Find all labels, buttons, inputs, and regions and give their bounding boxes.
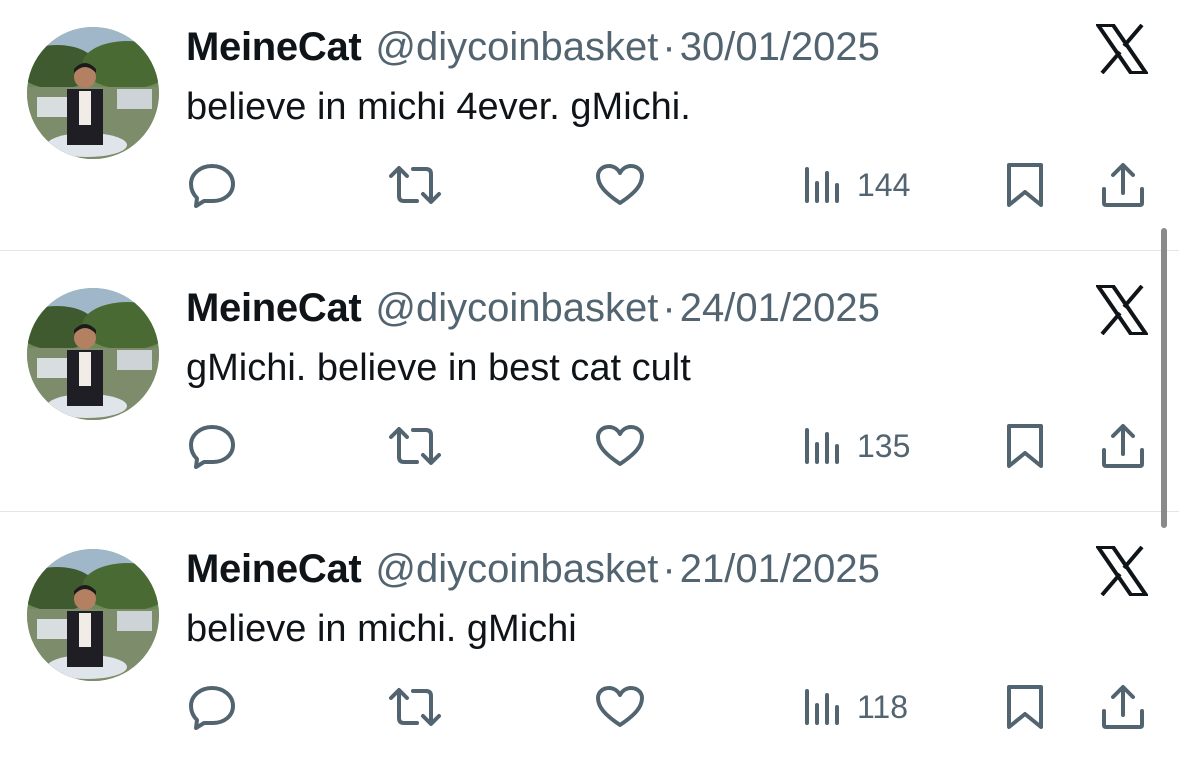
views-icon bbox=[805, 167, 839, 203]
heart-icon bbox=[596, 686, 644, 727]
heart-icon bbox=[596, 425, 644, 466]
author-handle[interactable]: @diycoinbasket bbox=[375, 25, 658, 69]
x-logo-icon bbox=[1094, 284, 1150, 336]
views-button[interactable]: 135 bbox=[803, 421, 910, 471]
divider bbox=[0, 511, 1179, 512]
like-button[interactable] bbox=[595, 160, 645, 210]
views-count: 118 bbox=[857, 689, 909, 725]
share-button[interactable] bbox=[1100, 682, 1146, 732]
retweet-button[interactable] bbox=[387, 682, 443, 732]
reply-icon bbox=[189, 425, 235, 469]
tweet-actions: 118 bbox=[0, 682, 1179, 732]
retweet-button[interactable] bbox=[387, 421, 443, 471]
tweet[interactable]: MeineCat @diycoinbasket · 21/01/2025 believ… bbox=[0, 522, 1179, 774]
reply-icon bbox=[189, 686, 235, 730]
bookmark-button[interactable] bbox=[1003, 682, 1047, 732]
share-icon bbox=[1102, 424, 1144, 468]
retweet-button[interactable] bbox=[387, 160, 443, 210]
author-name[interactable]: MeineCat bbox=[186, 286, 362, 330]
retweet-icon bbox=[389, 166, 441, 204]
bookmark-icon bbox=[1007, 163, 1043, 207]
reply-icon bbox=[189, 164, 235, 208]
author-name[interactable]: MeineCat bbox=[186, 25, 362, 69]
views-button[interactable]: 118 bbox=[803, 682, 908, 732]
views-count: 135 bbox=[857, 428, 911, 464]
tweet-date[interactable]: 24/01/2025 bbox=[680, 286, 880, 330]
tweet-date[interactable]: 21/01/2025 bbox=[680, 547, 880, 591]
views-count: 144 bbox=[857, 167, 911, 203]
divider bbox=[0, 250, 1179, 251]
views-button[interactable]: 144 bbox=[803, 160, 910, 210]
tweet[interactable]: MeineCat @diycoinbasket · 30/01/2025 believ… bbox=[0, 0, 1179, 252]
separator: · bbox=[662, 25, 676, 69]
views-icon bbox=[805, 689, 839, 725]
tweet-date[interactable]: 30/01/2025 bbox=[680, 25, 880, 69]
like-button[interactable] bbox=[595, 682, 645, 732]
author-handle[interactable]: @diycoinbasket bbox=[375, 547, 658, 591]
reply-button[interactable] bbox=[188, 421, 236, 471]
share-button[interactable] bbox=[1100, 421, 1146, 471]
reply-button[interactable] bbox=[188, 160, 236, 210]
tweet-text: believe in michi. gMichi bbox=[186, 608, 577, 650]
tweet-actions: 144 bbox=[0, 160, 1179, 210]
heart-icon bbox=[596, 164, 644, 205]
tweet-text: gMichi. believe in best cat cult bbox=[186, 347, 691, 389]
avatar[interactable] bbox=[27, 549, 159, 681]
like-button[interactable] bbox=[595, 421, 645, 471]
reply-button[interactable] bbox=[188, 682, 236, 732]
x-logo-icon bbox=[1094, 23, 1150, 75]
views-icon bbox=[805, 428, 839, 464]
tweet-header: MeineCat @diycoinbasket · 30/01/2025 bbox=[186, 22, 880, 72]
author-handle[interactable]: @diycoinbasket bbox=[375, 286, 658, 330]
tweet-header: MeineCat @diycoinbasket · 21/01/2025 bbox=[186, 544, 880, 594]
tweet-text: believe in michi 4ever. gMichi. bbox=[186, 86, 691, 128]
tweet-actions: 135 bbox=[0, 421, 1179, 471]
avatar[interactable] bbox=[27, 288, 159, 420]
bookmark-icon bbox=[1007, 424, 1043, 468]
bookmark-button[interactable] bbox=[1003, 421, 1047, 471]
scrollbar[interactable] bbox=[1161, 228, 1167, 528]
tweet[interactable]: MeineCat @diycoinbasket · 24/01/2025 gMichi… bbox=[0, 261, 1179, 513]
share-icon bbox=[1102, 685, 1144, 729]
tweet-header: MeineCat @diycoinbasket · 24/01/2025 bbox=[186, 283, 880, 333]
share-button[interactable] bbox=[1100, 160, 1146, 210]
retweet-icon bbox=[389, 688, 441, 726]
x-logo-icon bbox=[1094, 545, 1150, 597]
retweet-icon bbox=[389, 427, 441, 465]
bookmark-icon bbox=[1007, 685, 1043, 729]
author-name[interactable]: MeineCat bbox=[186, 547, 362, 591]
avatar[interactable] bbox=[27, 27, 159, 159]
separator: · bbox=[662, 286, 676, 330]
bookmark-button[interactable] bbox=[1003, 160, 1047, 210]
separator: · bbox=[662, 547, 676, 591]
share-icon bbox=[1102, 163, 1144, 207]
